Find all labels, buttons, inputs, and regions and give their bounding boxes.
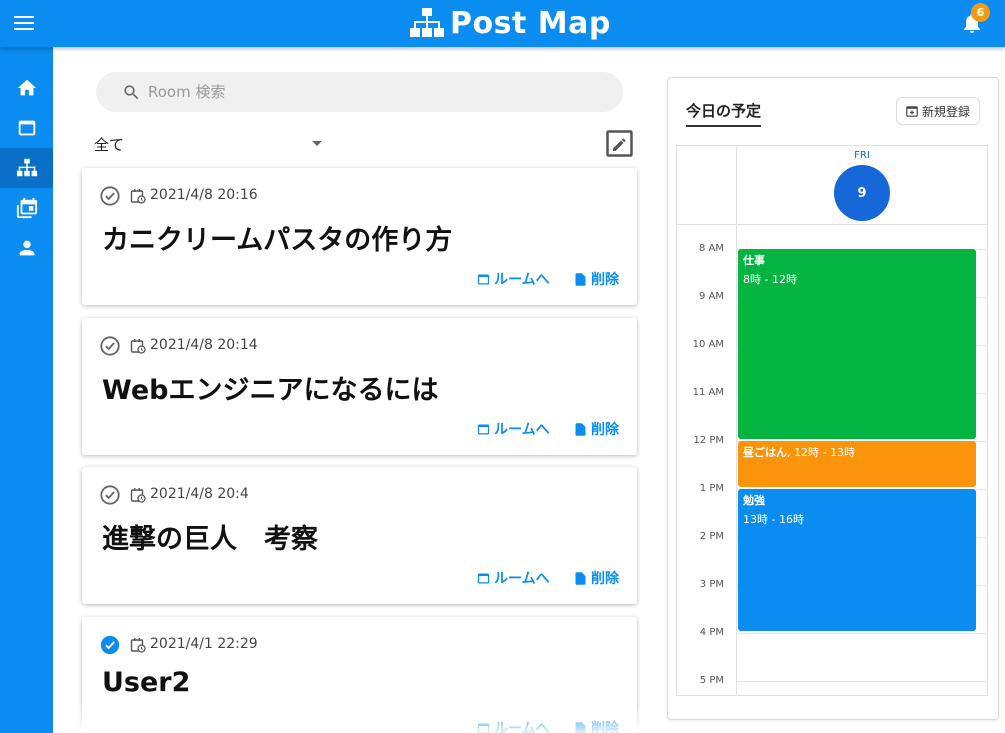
delete-label: 削除 — [591, 272, 619, 288]
delete-button[interactable]: 削除 — [573, 567, 619, 589]
calendar-clock-icon — [130, 339, 146, 354]
calendar-plus-icon — [906, 106, 918, 117]
hour-label: 8 AM — [698, 243, 724, 254]
post-card: 2021/4/8 20:16 カニクリームパスタの作り方 ルームへ 削除 — [82, 168, 637, 305]
app-bar: Post Map 6 — [0, 0, 1005, 47]
window-icon — [477, 424, 490, 434]
event-time: 13時 - 16時 — [743, 513, 804, 526]
event-lunch[interactable]: 昼ごはん, 12時 - 13時 — [738, 441, 976, 487]
time-column-divider — [736, 145, 737, 696]
hour-label: 2 PM — [699, 531, 724, 542]
check-circle-icon[interactable] — [99, 634, 121, 656]
nav-home[interactable] — [0, 68, 53, 108]
delete-label: 削除 — [591, 721, 619, 733]
calendar-clock-icon — [130, 638, 146, 653]
sitemap-icon — [410, 8, 444, 37]
hour-label: 11 AM — [692, 387, 724, 398]
go-to-room-label: ルームへ — [494, 571, 550, 587]
post-title: 進撃の巨人 考察 — [102, 524, 318, 555]
event-time: 8時 - 12時 — [743, 273, 797, 286]
event-time: 12時 - 13時 — [794, 446, 855, 459]
delete-button[interactable]: 削除 — [573, 717, 619, 733]
post-date: 2021/4/8 20:14 — [150, 337, 258, 353]
today-date[interactable]: 9 — [834, 165, 890, 221]
home-icon — [17, 79, 36, 96]
menu-icon[interactable] — [14, 14, 36, 32]
post-card: 2021/4/8 20:4 進撃の巨人 考察 ルームへ 削除 — [82, 467, 637, 604]
window-icon — [477, 274, 490, 284]
room-search — [96, 72, 623, 112]
go-to-room-button[interactable]: ルームへ — [476, 567, 550, 589]
sitemap-icon — [16, 158, 37, 177]
calendar-multiple-icon — [16, 197, 37, 219]
go-to-room-label: ルームへ — [494, 422, 550, 438]
app-title: Post Map — [450, 5, 611, 41]
hour-label: 3 PM — [699, 579, 724, 590]
file-icon — [575, 422, 586, 436]
new-event-label: 新規登録 — [921, 104, 970, 119]
calendar-clock-icon — [130, 488, 146, 503]
hour-label: 9 AM — [698, 291, 724, 302]
account-icon — [19, 240, 34, 256]
delete-button[interactable]: 削除 — [573, 268, 619, 290]
post-title: カニクリームパスタの作り方 — [102, 225, 453, 256]
side-nav — [0, 47, 53, 733]
delete-label: 削除 — [591, 571, 619, 587]
new-event-button[interactable]: 新規登録 — [896, 97, 980, 125]
post-date: 2021/4/8 20:16 — [150, 187, 258, 203]
window-icon — [477, 723, 490, 733]
notification-badge: 6 — [971, 3, 990, 22]
hour-label: 4 PM — [699, 627, 724, 638]
search-icon — [124, 85, 139, 100]
event-study[interactable]: 勉強 13時 - 16時 — [738, 489, 976, 631]
event-name: 仕事 — [743, 254, 765, 267]
go-to-room-label: ルームへ — [494, 272, 550, 288]
post-card: 2021/4/1 22:29 User2 ルームへ 削除 — [82, 617, 637, 733]
nav-rooms[interactable] — [0, 108, 53, 148]
nav-map[interactable] — [0, 148, 53, 188]
go-to-room-button[interactable]: ルームへ — [476, 418, 550, 440]
delete-label: 削除 — [591, 422, 619, 438]
post-title: User2 — [102, 667, 191, 698]
hour-gridline — [737, 633, 988, 634]
window-icon — [477, 573, 490, 583]
nav-account[interactable] — [0, 228, 53, 268]
calendar-header-divider — [676, 224, 988, 225]
event-name: 勉強 — [743, 494, 765, 507]
post-card: 2021/4/8 20:14 Webエンジニアになるには ルームへ 削除 — [82, 318, 637, 455]
post-date: 2021/4/1 22:29 — [150, 636, 258, 652]
delete-button[interactable]: 削除 — [573, 418, 619, 440]
event-work[interactable]: 仕事 8時 - 12時 — [738, 249, 976, 439]
hour-label: 5 PM — [699, 675, 724, 686]
hour-label: 10 AM — [692, 339, 724, 350]
event-separator: , — [787, 446, 794, 459]
brand[interactable]: Post Map — [410, 4, 611, 42]
hour-gridline — [737, 681, 988, 682]
file-icon — [575, 571, 586, 585]
event-name: 昼ごはん — [743, 446, 787, 459]
check-circle-outline-icon[interactable] — [99, 484, 121, 506]
day-of-week: FRI — [854, 150, 870, 161]
schedule-title: 今日の予定 — [686, 100, 762, 127]
calendar-clock-icon — [130, 189, 146, 204]
hour-label: 1 PM — [699, 483, 724, 494]
edit-icon[interactable] — [606, 130, 633, 157]
nav-schedule[interactable] — [0, 188, 53, 228]
check-circle-outline-icon[interactable] — [99, 185, 121, 207]
post-title: Webエンジニアになるには — [102, 375, 439, 406]
window-icon — [18, 120, 35, 136]
go-to-room-button[interactable]: ルームへ — [476, 268, 550, 290]
go-to-room-label: ルームへ — [494, 721, 550, 733]
file-icon — [575, 272, 586, 286]
go-to-room-button[interactable]: ルームへ — [476, 717, 550, 733]
filter-selected-value: 全て — [94, 136, 125, 154]
search-input[interactable] — [148, 72, 608, 112]
filter-select[interactable]: 全て — [94, 128, 328, 158]
file-icon — [575, 721, 586, 733]
post-date: 2021/4/8 20:4 — [150, 486, 249, 502]
chevron-down-icon — [312, 141, 322, 146]
hour-label: 12 PM — [693, 435, 724, 446]
check-circle-outline-icon[interactable] — [99, 335, 121, 357]
